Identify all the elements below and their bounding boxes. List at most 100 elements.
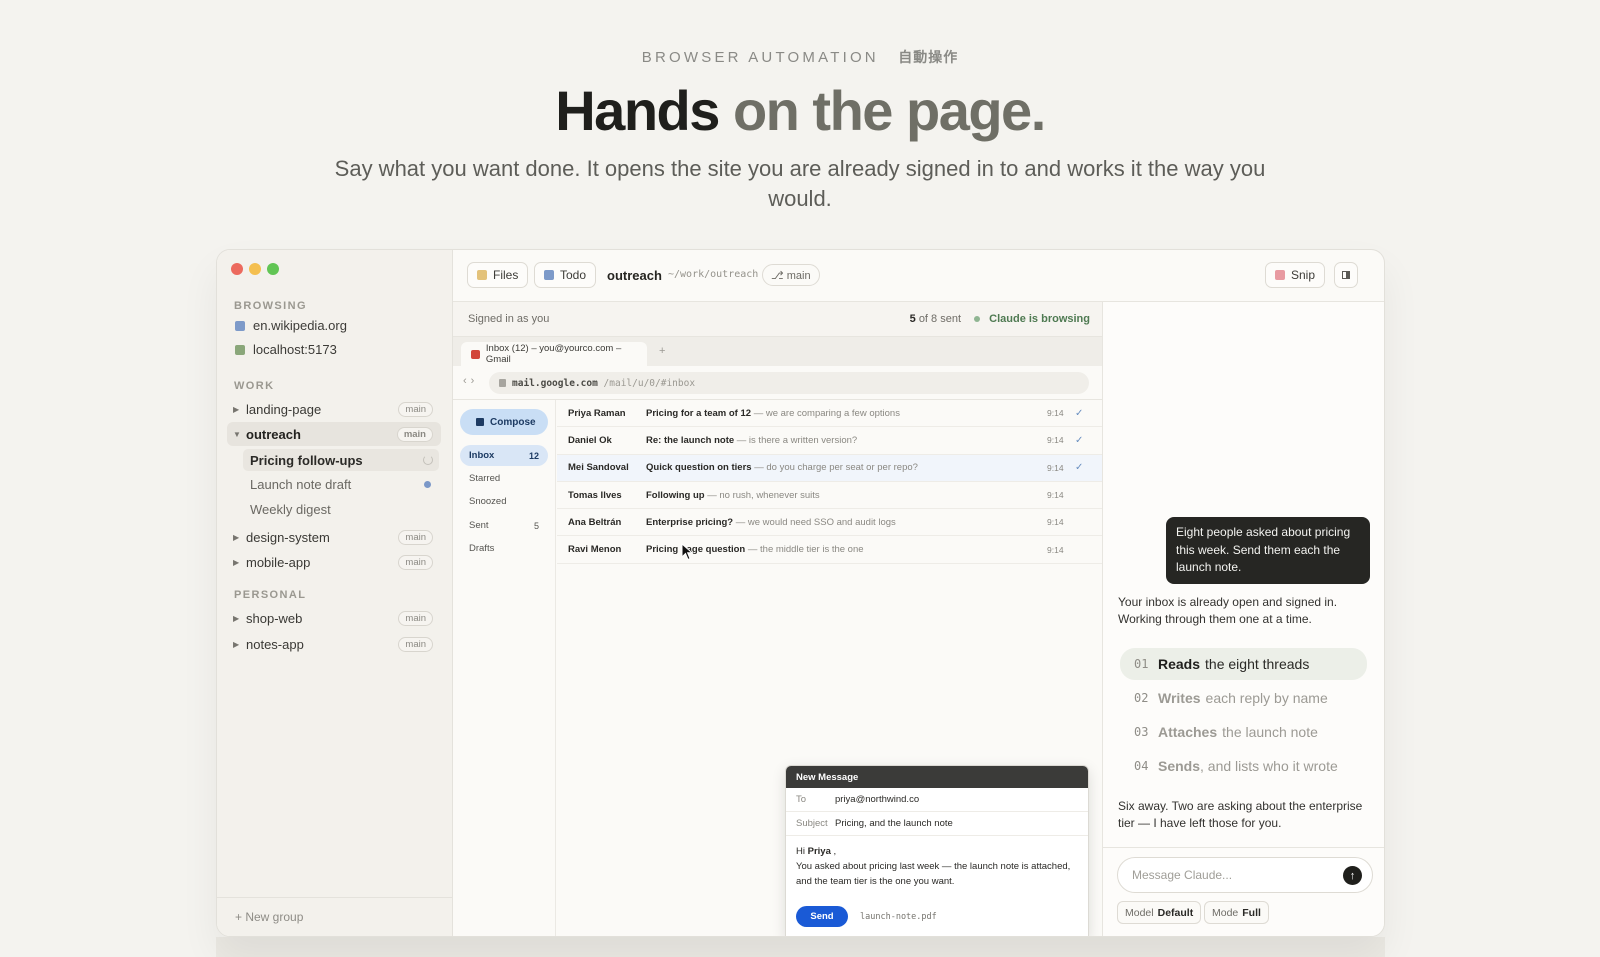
divider [217, 897, 453, 898]
folder-inbox[interactable]: Inbox 12 [460, 445, 548, 466]
snip-button[interactable]: Snip [1265, 262, 1326, 288]
hero-headline: Hands on the page. [0, 78, 1600, 143]
sidebar-item-pricing-follow-ups[interactable]: Pricing follow-ups [243, 449, 439, 471]
new-group-button[interactable]: + New group [235, 910, 303, 924]
send-arrow-icon[interactable]: ↑ [1343, 866, 1362, 885]
todo-button[interactable]: Todo [534, 262, 597, 288]
folder-sent[interactable]: Sent 5 [460, 515, 548, 536]
folder-drafts[interactable]: Drafts [460, 538, 548, 559]
gmail-favicon-icon [471, 349, 480, 359]
app-window: BROWSING en.wikipedia.org localhost:5173… [216, 249, 1385, 937]
sidebar-group-outreach[interactable]: ▼ outreach main [227, 422, 441, 446]
sidebar-group-mobile-app[interactable]: ▶ mobile-app main [227, 550, 441, 574]
maximize-window-button[interactable] [267, 263, 279, 275]
chevron-right-icon: ▶ [233, 613, 240, 623]
mode-selector[interactable]: Mode Full [1204, 901, 1269, 924]
folder-starred[interactable]: Starred [460, 468, 548, 489]
branch-badge: main [398, 637, 433, 652]
email-row[interactable]: Priya Raman Pricing for a team of 12 — w… [557, 400, 1102, 428]
section-browsing: BROWSING [234, 300, 307, 312]
email-snippet: — we would need SSO and audit logs [733, 516, 896, 528]
new-tab-button[interactable]: + [659, 345, 665, 357]
to-field[interactable]: To priya@northwind.co [786, 788, 1088, 812]
close-window-button[interactable] [231, 263, 243, 275]
item-label: Weekly digest [250, 501, 331, 517]
email-row[interactable]: Ravi Menon Pricing page question — the m… [557, 536, 1102, 564]
browser-status-bar: Signed in as you 5 of 8 sent Claude is b… [453, 302, 1102, 337]
compose-label: Compose [490, 416, 536, 428]
step-verb: Reads [1158, 656, 1201, 672]
send-button[interactable]: Send [796, 906, 848, 927]
browser-tab-gmail[interactable]: Inbox (12) – you@yourco.com – Gmail [461, 342, 647, 366]
nav-arrows: ‹› [463, 375, 478, 387]
sidebar-group-shop-web[interactable]: ▶ shop-web main [227, 606, 441, 630]
url-path: /mail/u/0/#inbox [603, 377, 696, 389]
email-snippet: — do you charge per seat or per repo? [751, 462, 918, 474]
email-time: 9:14 [1047, 490, 1064, 501]
email-snippet: — no rush, whenever suits [704, 489, 820, 501]
step-text: the eight threads [1205, 656, 1310, 672]
forward-arrow-icon[interactable]: › [471, 375, 479, 387]
model-selector[interactable]: Model Default [1117, 901, 1202, 924]
files-icon [477, 270, 487, 280]
subject-value: Pricing, and the launch note [835, 818, 953, 829]
attachment-chip[interactable]: launch-note.pdf [860, 912, 937, 922]
email-row[interactable]: Daniel Ok Re: the launch note — is there… [557, 427, 1102, 455]
sidebar-site-wikipedia[interactable]: en.wikipedia.org [235, 318, 347, 333]
todo-label: Todo [560, 268, 587, 282]
minimize-window-button[interactable] [249, 263, 261, 275]
folder-label: Inbox [469, 450, 495, 461]
subject-text: Pricing for a team of 12 [646, 407, 752, 419]
eyebrow-text: BROWSER AUTOMATION [641, 49, 879, 66]
sidebar-group-design-system[interactable]: ▶ design-system main [227, 525, 441, 549]
email-subject: Quick question on tiers — do you charge … [646, 462, 918, 473]
item-label: Launch note draft [250, 476, 352, 492]
email-row[interactable]: Mei Sandoval Quick question on tiers — d… [557, 454, 1102, 482]
sidebar-item-weekly-digest[interactable]: Weekly digest [243, 498, 439, 520]
panel-toggle-button[interactable] [1334, 262, 1358, 288]
message-body[interactable]: Hi Priya , You asked about pricing last … [786, 836, 1088, 897]
email-row[interactable]: Ana Beltrán Enterprise pricing? — we wou… [557, 509, 1102, 537]
branch-badge: main [398, 611, 433, 626]
greeting-comma: , [833, 846, 837, 857]
user-message: Eight people asked about pricing this we… [1166, 517, 1370, 584]
message-input[interactable]: Message Claude... ↑ [1117, 857, 1373, 893]
body-text: You asked about pricing last week — the … [796, 861, 1071, 887]
group-label: notes-app [246, 636, 304, 652]
item-label: Pricing follow-ups [250, 452, 363, 468]
email-row[interactable]: Tomas Ilves Following up — no rush, when… [557, 482, 1102, 510]
email-sender: Ravi Menon [568, 544, 622, 556]
email-time: 9:14 [1047, 462, 1064, 473]
sidebar-group-notes-app[interactable]: ▶ notes-app main [227, 632, 441, 656]
subject-text: Pricing page question [646, 544, 746, 556]
email-sender: Tomas Ilves [568, 489, 622, 501]
chat-panel: Eight people asked about pricing this we… [1102, 302, 1384, 936]
sidebar: BROWSING en.wikipedia.org localhost:5173… [217, 250, 453, 936]
folder-snoozed[interactable]: Snoozed [460, 491, 548, 512]
compose-button[interactable]: Compose [460, 409, 548, 435]
project-name: outreach [607, 268, 662, 283]
step-number: 04 [1134, 759, 1149, 773]
back-arrow-icon[interactable]: ‹ [463, 375, 471, 387]
step-item: 02 Writes each reply by name [1120, 682, 1367, 714]
compose-title: New Message [786, 766, 1088, 788]
chevron-right-icon: ▶ [233, 532, 240, 542]
lock-icon [499, 379, 506, 387]
address-field[interactable]: mail.google.com /mail/u/0/#inbox [489, 372, 1089, 394]
model-value: Default [1157, 906, 1194, 919]
files-label: Files [493, 268, 519, 282]
site-icon [235, 320, 245, 331]
top-bar: Files Todo outreach ~/work/outreach ⎇ ma… [453, 250, 1384, 302]
sidebar-site-localhost[interactable]: localhost:5173 [235, 342, 337, 357]
sidebar-group-landing-page[interactable]: ▶ landing-page main [227, 397, 441, 421]
status-dot-icon [974, 316, 981, 323]
group-label: design-system [246, 529, 330, 545]
subject-field[interactable]: Subject Pricing, and the launch note [786, 812, 1088, 836]
files-button[interactable]: Files [467, 262, 529, 288]
branch-selector[interactable]: ⎇ main [762, 264, 820, 286]
sidebar-item-launch-note-draft[interactable]: Launch note draft [243, 473, 439, 495]
mouse-cursor-icon [681, 543, 693, 561]
section-personal: PERSONAL [234, 589, 307, 601]
check-icon: ✓ [1075, 462, 1084, 474]
compose-icon [476, 418, 484, 426]
